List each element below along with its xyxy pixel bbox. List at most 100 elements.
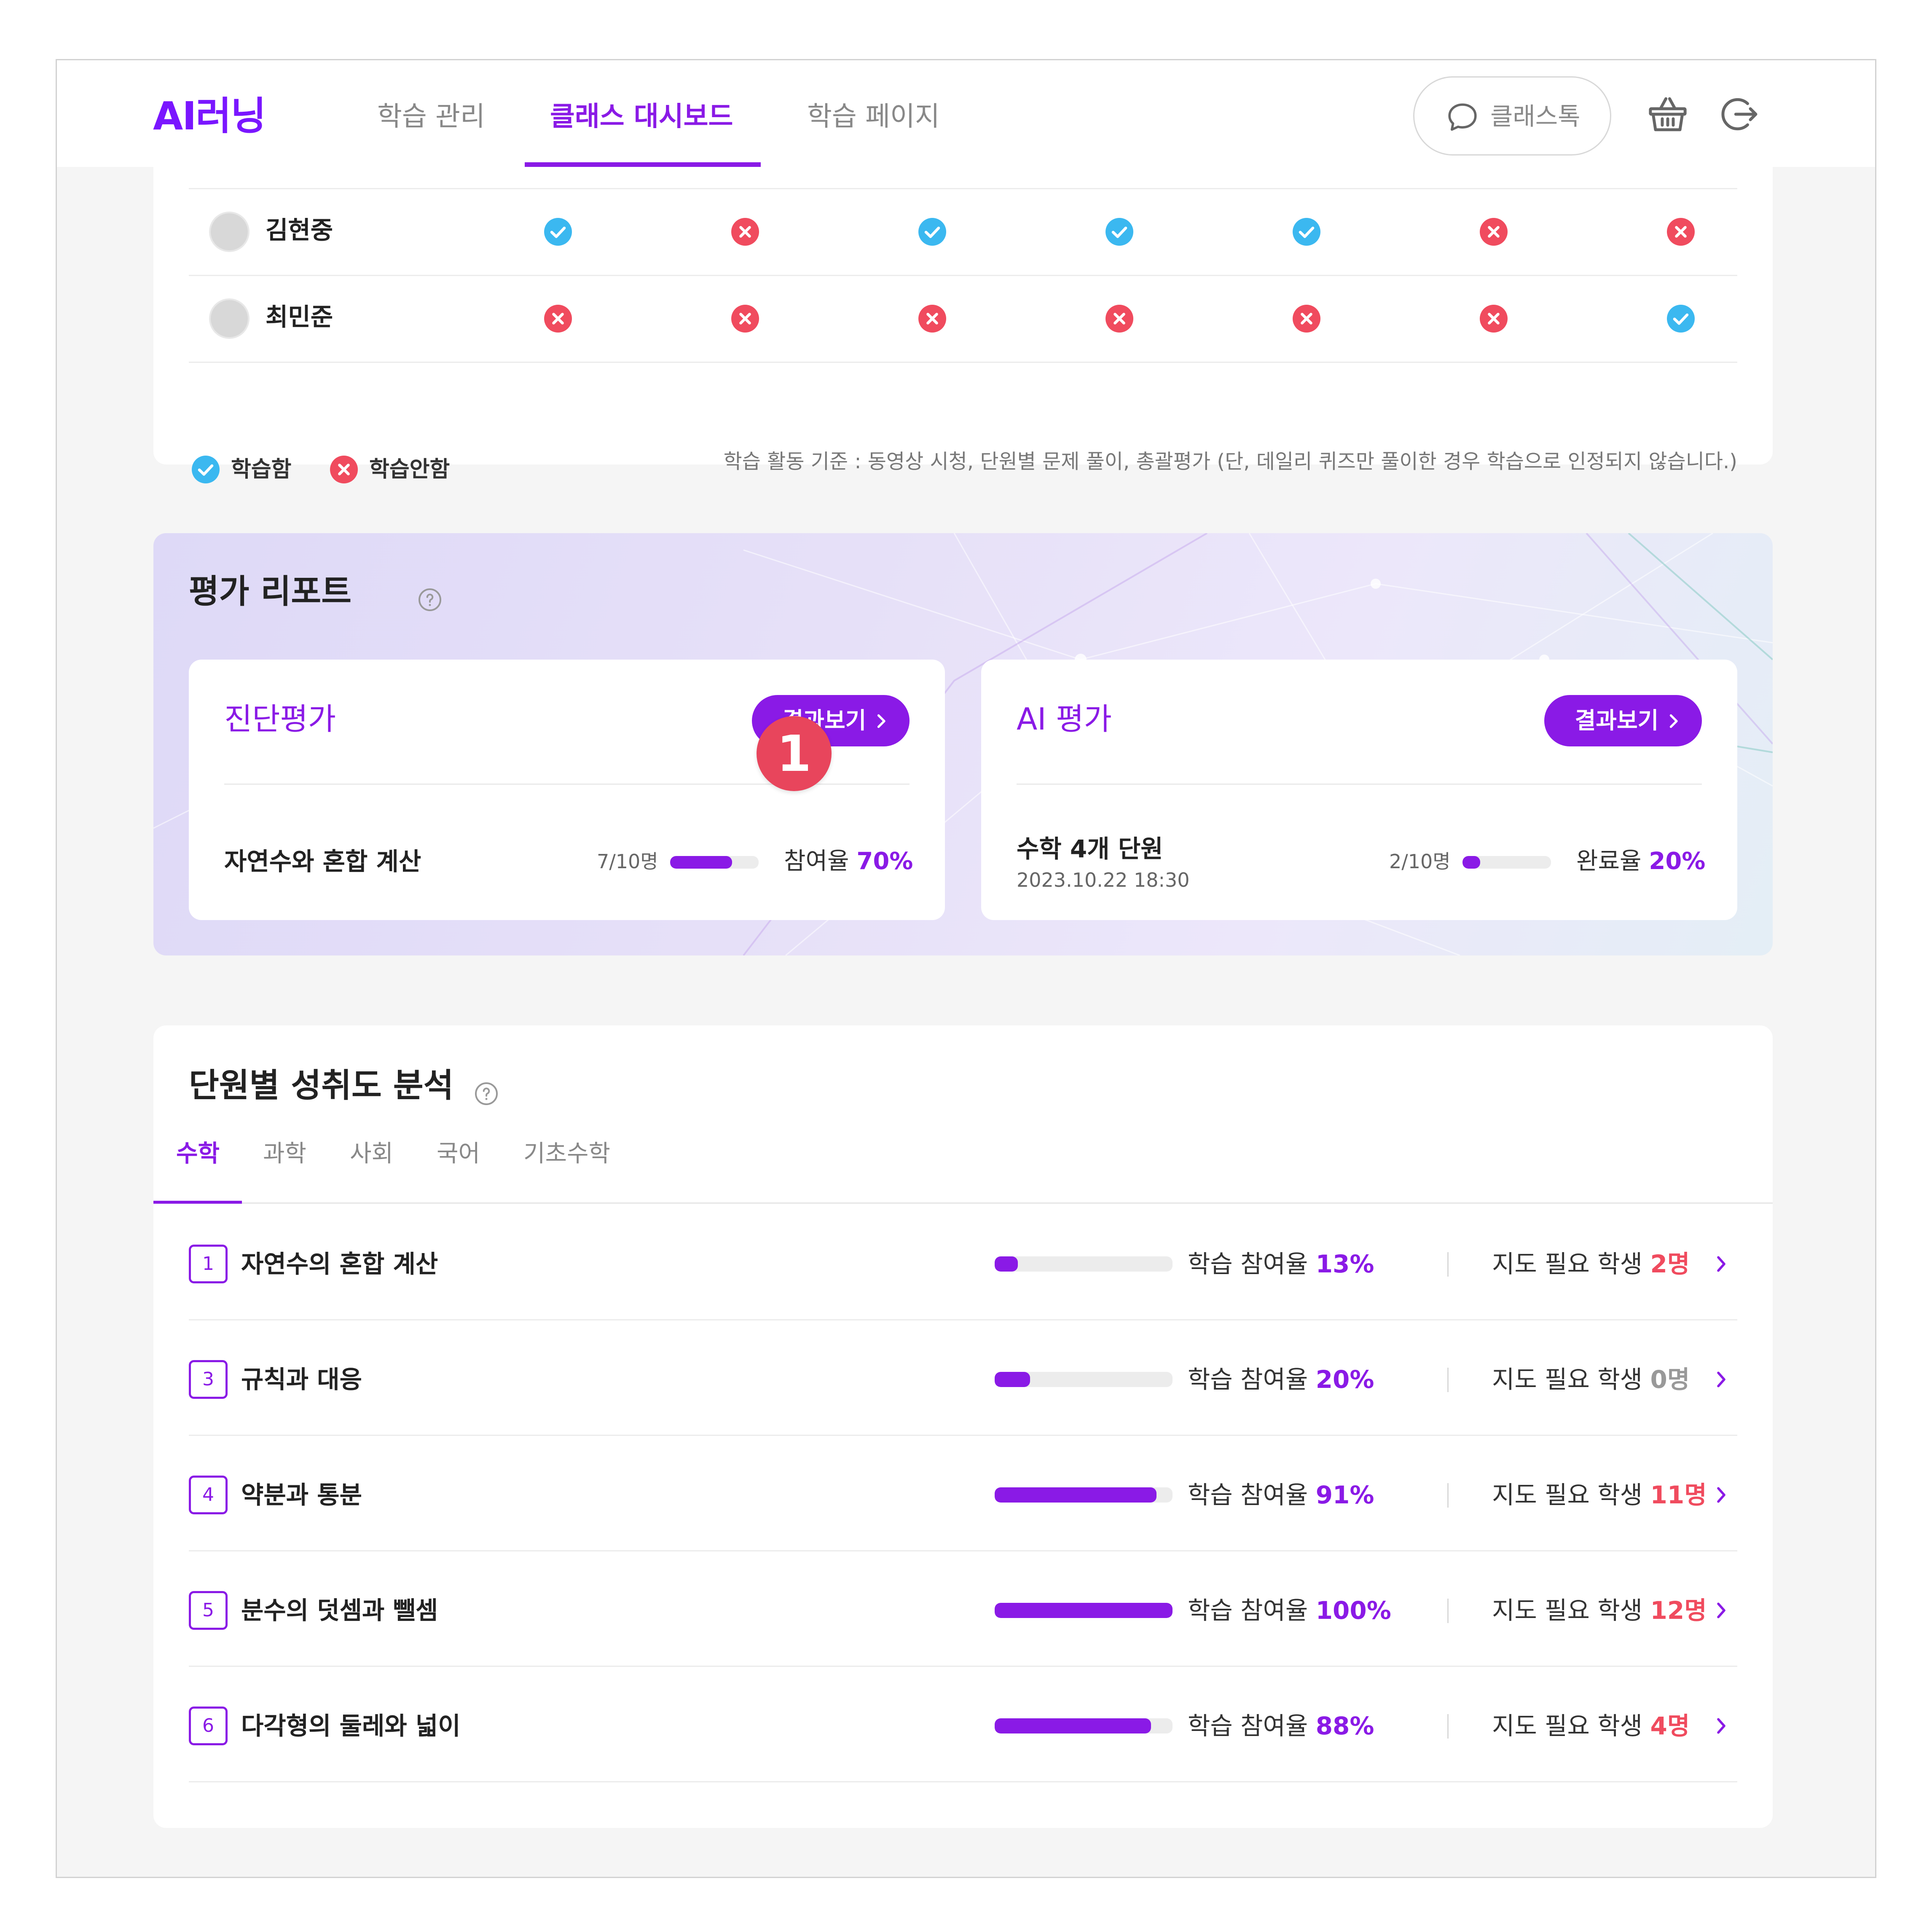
chevron-right-icon: [877, 714, 885, 728]
tab-active-indicator: [153, 1201, 242, 1204]
students-needing-guidance: 지도 필요 학생 12명: [1492, 1591, 1707, 1630]
progress-bar: [995, 1603, 1173, 1618]
divider: [1447, 1483, 1449, 1508]
eval-subject: 자연수와 혼합 계산: [224, 847, 421, 876]
unit-row[interactable]: 5 분수의 덧셈과 뺄셈 학습 참여율 100% 지도 필요 학생 12명: [189, 1551, 1737, 1667]
card-title: 진단평가: [224, 701, 336, 737]
rate-label: 참여율: [784, 848, 849, 875]
legend-no-label: 학습안함: [369, 457, 450, 482]
participation-label: 학습 참여율: [1188, 1712, 1316, 1740]
check-circle-icon: [1667, 305, 1695, 333]
rate-value: 70%: [856, 848, 913, 875]
x-circle-icon: [1480, 305, 1508, 333]
unit-number: 6: [189, 1707, 228, 1745]
chevron-right-icon: [1669, 714, 1678, 728]
students-needing-guidance: 지도 필요 학생 2명: [1492, 1245, 1690, 1283]
x-circle-icon: [1293, 305, 1320, 333]
tab-baseline: [153, 1202, 1773, 1204]
top-header: AI러닝 학습 관리 클래스 대시보드 학습 페이지 클래스톡: [57, 60, 1875, 167]
unit-number: 1: [189, 1245, 228, 1283]
progress-fill: [670, 856, 732, 869]
progress-fill: [995, 1718, 1151, 1733]
participation-rate: 학습 참여율 13%: [1188, 1245, 1374, 1283]
progress-bar: [1462, 856, 1551, 869]
participation-rate: 학습 참여율 100%: [1188, 1591, 1391, 1630]
progress-fill: [995, 1256, 1018, 1272]
student-row: 최민준: [153, 275, 1773, 362]
x-circle-icon: [918, 305, 946, 333]
unit-name: 분수의 덧셈과 뺄셈: [241, 1596, 438, 1625]
class-talk-button[interactable]: 클래스톡: [1413, 76, 1611, 156]
class-talk-label: 클래스톡: [1490, 102, 1580, 131]
unit-name: 자연수의 혼합 계산: [241, 1250, 438, 1278]
chevron-right-icon[interactable]: [1715, 1601, 1727, 1620]
check-circle-icon: [544, 218, 572, 246]
progress-fill: [995, 1372, 1030, 1387]
logout-icon[interactable]: [1717, 92, 1761, 136]
basket-icon[interactable]: [1646, 92, 1690, 136]
progress-fill: [995, 1603, 1173, 1618]
student-name: 최민준: [266, 303, 333, 331]
evaluation-report-section: 평가 리포트 진단평가 결과보기 자연수와 혼합 계산 7/10명 참여율 70…: [153, 533, 1773, 955]
tab-social[interactable]: 사회: [350, 1135, 393, 1173]
participation-value: 20%: [1315, 1365, 1374, 1394]
students-needing-guidance: 지도 필요 학생 11명: [1492, 1476, 1707, 1514]
participation-rate: 학습 참여율 20%: [1188, 1360, 1374, 1399]
progress-fill: [1462, 856, 1480, 869]
participation-label: 학습 참여율: [1188, 1250, 1316, 1278]
x-circle-icon: [544, 305, 572, 333]
participation-value: 100%: [1315, 1596, 1391, 1625]
participation-label: 학습 참여율: [1188, 1596, 1316, 1625]
step-badge: 1: [757, 716, 832, 791]
nav-learning-page[interactable]: 학습 페이지: [807, 96, 940, 138]
unit-number: 3: [189, 1360, 228, 1399]
guidance-label: 지도 필요 학생: [1492, 1481, 1650, 1509]
unit-row[interactable]: 6 다각형의 둘레와 넓이 학습 참여율 88% 지도 필요 학생 4명: [189, 1667, 1737, 1782]
participation-value: 13%: [1315, 1250, 1374, 1278]
unit-row[interactable]: 1 자연수의 혼합 계산 학습 참여율 13% 지도 필요 학생 2명: [189, 1205, 1737, 1320]
progress-bar: [995, 1372, 1173, 1387]
card-divider: [1017, 784, 1702, 785]
tab-science[interactable]: 과학: [263, 1135, 306, 1173]
rate-label: 완료율: [1576, 848, 1642, 875]
progress-fill: [995, 1487, 1157, 1503]
participation-rate: 학습 참여율 91%: [1188, 1476, 1374, 1514]
help-icon[interactable]: [474, 1081, 499, 1106]
students-needing-guidance: 지도 필요 학생 0명: [1492, 1360, 1690, 1399]
row-divider: [189, 1781, 1737, 1782]
unit-number: 5: [189, 1591, 228, 1630]
guidance-count: 0명: [1650, 1365, 1690, 1394]
chevron-right-icon[interactable]: [1715, 1370, 1727, 1389]
tab-korean[interactable]: 국어: [437, 1135, 480, 1173]
participation-rate: 학습 참여율 88%: [1188, 1707, 1374, 1745]
guidance-count: 4명: [1650, 1712, 1690, 1740]
chevron-right-icon[interactable]: [1715, 1255, 1727, 1273]
x-circle-icon: [731, 218, 759, 246]
divider: [1447, 1368, 1449, 1392]
participation-value: 88%: [1315, 1712, 1374, 1740]
section-title: 단원별 성취도 분석: [189, 1067, 454, 1105]
nav-class-dashboard[interactable]: 클래스 대시보드: [550, 96, 733, 138]
nav-active-indicator: [525, 162, 761, 167]
unit-row[interactable]: 4 약분과 통분 학습 참여율 91% 지도 필요 학생 11명: [189, 1436, 1737, 1551]
row-divider: [189, 362, 1737, 363]
check-circle-icon: [1106, 218, 1133, 246]
guidance-label: 지도 필요 학생: [1492, 1712, 1650, 1740]
tab-basic-math[interactable]: 기초수학: [523, 1135, 610, 1173]
avatar: [209, 298, 250, 339]
nav-learning-management[interactable]: 학습 관리: [377, 96, 485, 138]
tab-math[interactable]: 수학: [176, 1135, 220, 1173]
progress-bar: [995, 1487, 1173, 1503]
guidance-count: 11명: [1650, 1481, 1707, 1509]
student-row: 김현중: [153, 188, 1773, 275]
eval-subject: 수학 4개 단원: [1017, 835, 1163, 863]
x-circle-icon: [1106, 305, 1133, 333]
help-icon[interactable]: [417, 587, 443, 612]
chevron-right-icon[interactable]: [1715, 1486, 1727, 1504]
criteria-note: 학습 활동 기준 : 동영상 시청, 단원별 문제 풀이, 총괄평가 (단, 데…: [723, 450, 1737, 473]
unit-row[interactable]: 3 규칙과 대응 학습 참여율 20% 지도 필요 학생 0명: [189, 1320, 1737, 1436]
view-results-button[interactable]: 결과보기: [1544, 695, 1702, 746]
chevron-right-icon[interactable]: [1715, 1717, 1727, 1735]
logo[interactable]: AI러닝: [153, 93, 266, 140]
button-label: 결과보기: [1575, 707, 1659, 734]
